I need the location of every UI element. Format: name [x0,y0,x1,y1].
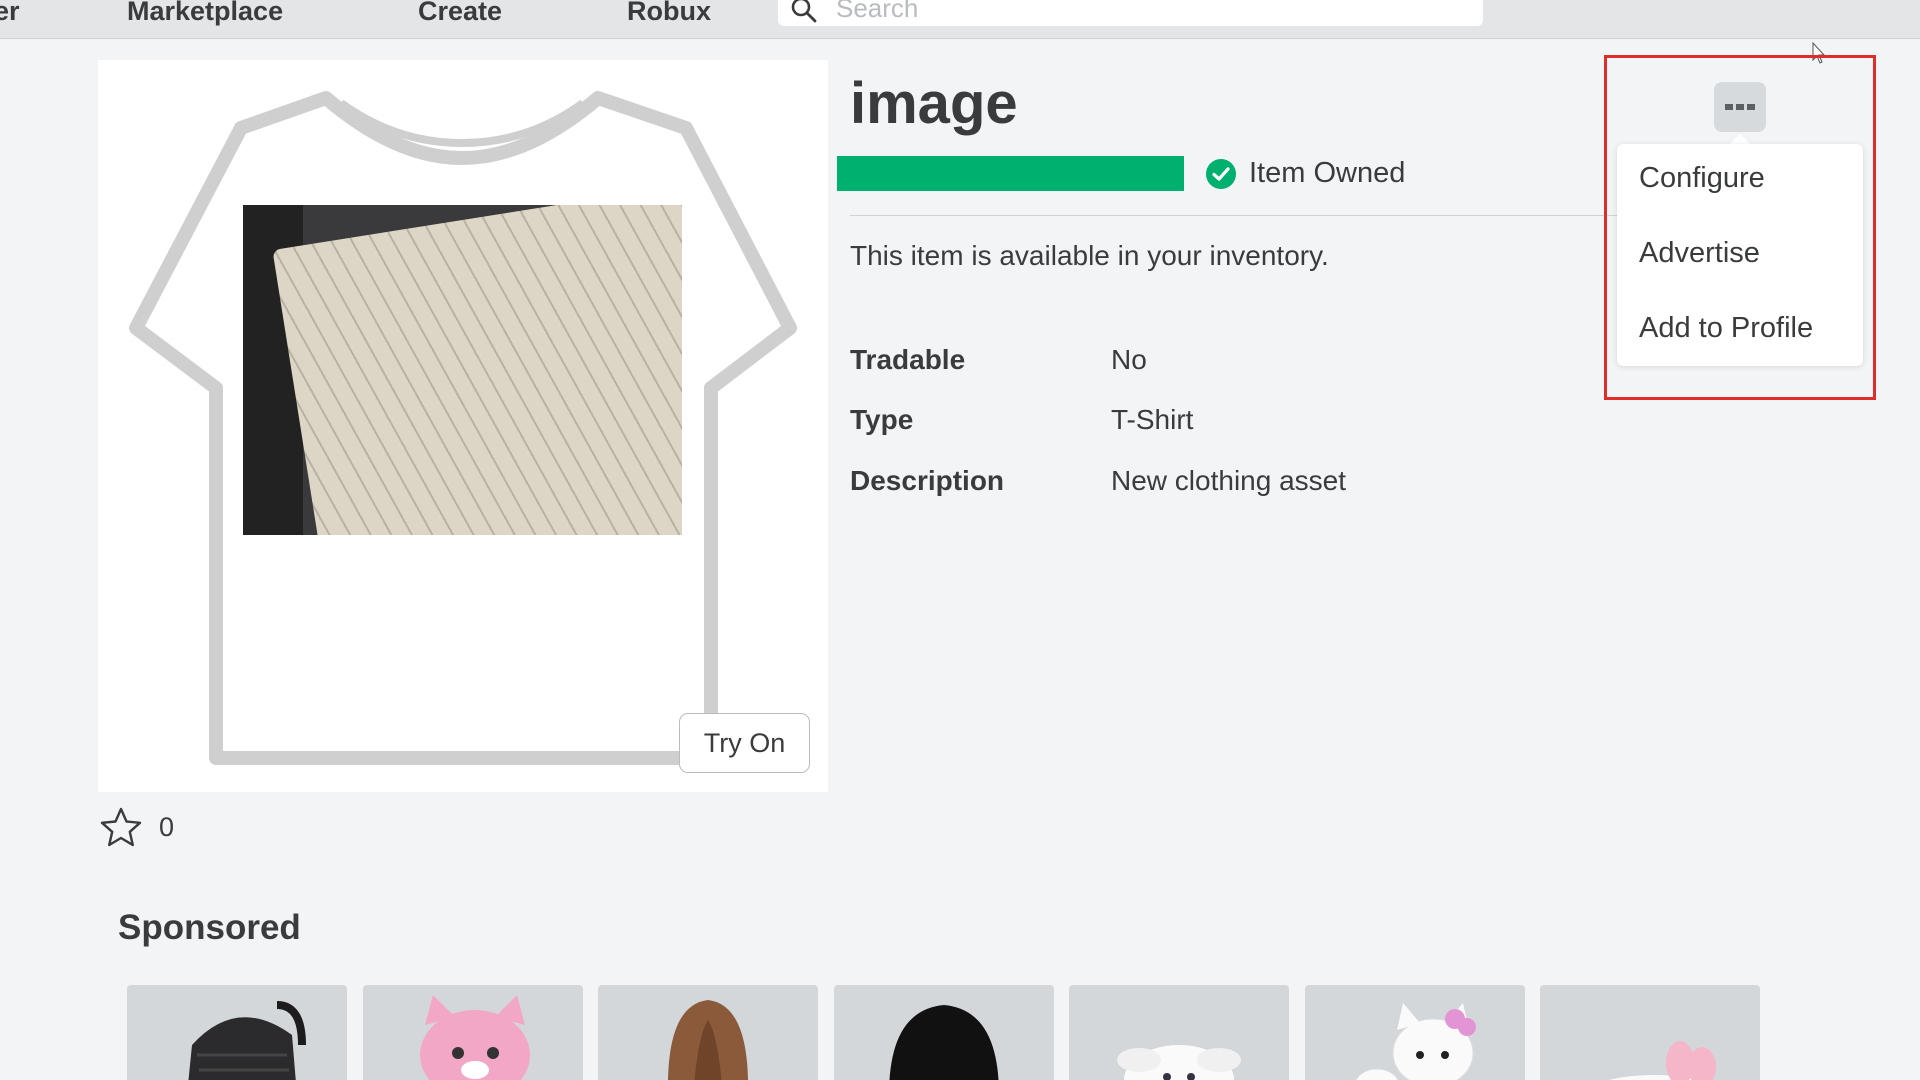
menu-item-advertise[interactable]: Advertise [1639,237,1760,270]
backpack-item-image [188,1001,306,1080]
kitty-item-image [1355,1003,1476,1080]
detail-value: T-Shirt [1111,404,1194,435]
item-options-menu: Configure Advertise Add to Profile [1617,144,1863,366]
favorite-control[interactable]: 0 [99,806,174,848]
sponsored-card[interactable] [1305,985,1525,1080]
star-icon[interactable] [99,806,143,848]
detail-label: Tradable [850,344,966,375]
nav-item-robux[interactable]: Robux [627,0,711,27]
shirt-decal-image [243,205,682,535]
menu-item-add-to-profile[interactable]: Add to Profile [1639,312,1813,345]
nav-item-partial[interactable]: er [0,0,20,27]
white-bunny-item-image [1117,1045,1241,1080]
sponsored-card[interactable] [127,985,347,1080]
sponsored-card[interactable] [598,985,818,1080]
favorites-count: 0 [159,811,175,842]
availability-text: This item is available in your inventory… [850,240,1329,271]
pink-cat-item-image [420,995,530,1080]
detail-label: Description [850,465,1005,496]
item-thumbnail: Try On [98,60,828,792]
sponsored-card[interactable] [1540,985,1760,1080]
item-owned-label: Item Owned [1249,157,1406,189]
search-placeholder: Search [836,0,919,23]
brown-hair-item-image [667,1000,749,1080]
sponsored-heading: Sponsored [118,908,301,947]
pink-bow-item-image [1608,1041,1716,1080]
menu-item-configure[interactable]: Configure [1639,162,1765,195]
divider [850,215,1620,216]
detail-value: No [1111,344,1147,375]
detail-value: New clothing asset [1111,465,1347,496]
sponsored-card[interactable] [1069,985,1289,1080]
detail-label: Type [850,404,914,435]
top-navbar: er Marketplace Create Robux Search [0,0,1920,39]
sponsored-card[interactable] [834,985,1054,1080]
item-owned-badge: Item Owned [1205,157,1405,190]
more-options-button[interactable] [1714,82,1766,132]
owned-status-bar [837,156,1184,191]
search-input[interactable]: Search [778,0,1483,26]
try-on-button[interactable]: Try On [679,713,810,773]
search-icon [791,0,817,23]
checkmark-circle-icon [1206,158,1236,189]
item-title: image [850,71,1018,136]
nav-item-marketplace[interactable]: Marketplace [127,0,283,27]
nav-item-create[interactable]: Create [418,0,502,27]
sponsored-card[interactable] [363,985,583,1080]
menu-caret [1730,134,1750,144]
black-hair-item-image [889,1005,999,1080]
